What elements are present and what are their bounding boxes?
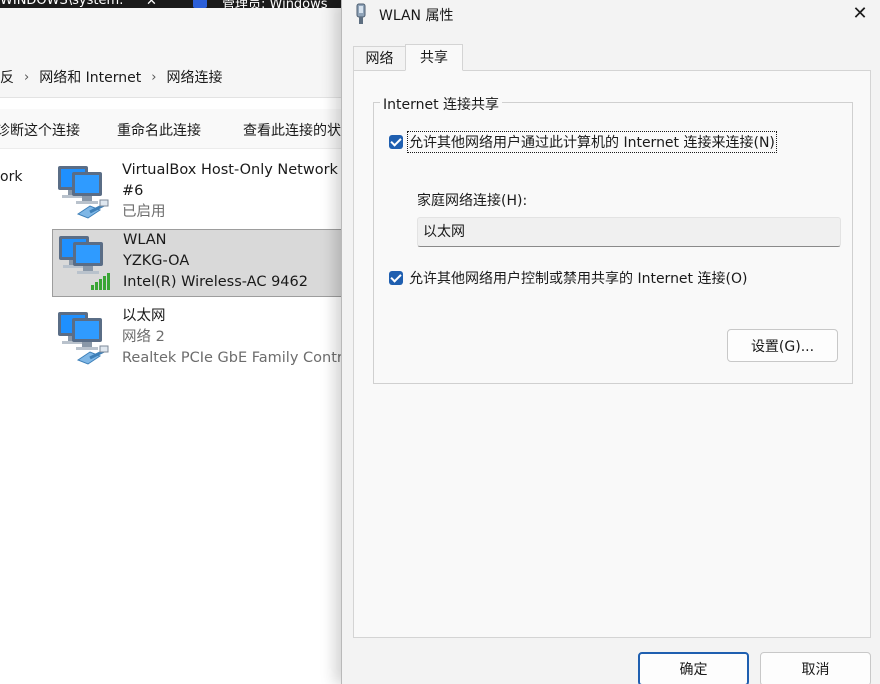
internet-connection-sharing-group: Internet 连接共享 允许其他网络用户通过此计算机的 Internet 连… (373, 94, 853, 384)
breadcrumb-partial[interactable]: 反 (0, 67, 18, 87)
taskbar-strip: WINDOWS\system: ✕ 管理员: Windows (0, 0, 345, 8)
diagnose-connection-button[interactable]: 诊断这个连接 (0, 120, 80, 140)
wlan-properties-dialog: WLAN 属性 ✕ 网络 共享 Internet 连接共享 允许其他网络用户通过… (341, 0, 880, 684)
close-icon[interactable]: ✕ (146, 0, 157, 8)
ok-button[interactable]: 确定 (638, 652, 749, 684)
connection-virtualbox[interactable]: VirtualBox Host-Only Network #6 已启用 (52, 160, 345, 228)
rename-connection-button[interactable]: 重命名此连接 (117, 120, 201, 140)
ethernet-adapter-icon (58, 312, 109, 365)
allow-control-checkbox[interactable]: 允许其他网络用户控制或禁用共享的 Internet 连接(O) (389, 267, 748, 289)
allow-sharing-label[interactable]: 允许其他网络用户通过此计算机的 Internet 连接来连接(N) (407, 131, 777, 153)
connection-status: 已启用 (122, 204, 166, 220)
powershell-icon (193, 0, 207, 8)
settings-button[interactable]: 设置(G)... (727, 329, 838, 362)
breadcrumb-network-internet[interactable]: 网络和 Internet (35, 67, 145, 87)
connection-wlan[interactable]: WLAN YZKG-OA Intel(R) Wireless-AC 9462 (52, 229, 345, 297)
network-connections-window: 反 › 网络和 Internet › 网络连接 诊断这个连接 重命名此连接 查看… (0, 8, 345, 684)
connection-adapter: Intel(R) Wireless-AC 9462 (123, 274, 308, 290)
connection-adapter: Realtek PCIe GbE Family Contr (122, 350, 343, 366)
terminal-tab-title[interactable]: WINDOWS\system: (0, 0, 124, 8)
sharing-tab-panel: Internet 连接共享 允许其他网络用户通过此计算机的 Internet 连… (353, 70, 871, 638)
checkbox-checked-icon[interactable] (389, 271, 403, 285)
allow-sharing-checkbox[interactable]: 允许其他网络用户通过此计算机的 Internet 连接来连接(N) (389, 131, 777, 153)
view-status-button[interactable]: 查看此连接的状 (243, 120, 341, 140)
home-network-field[interactable]: 以太网 (417, 217, 841, 247)
connection-details: WLAN YZKG-OA Intel(R) Wireless-AC 9462 (123, 230, 308, 293)
dialog-title: WLAN 属性 (379, 8, 454, 24)
address-area: 反 › 网络和 Internet › 网络连接 (0, 8, 345, 98)
home-network-label: 家庭网络连接(H): (417, 193, 528, 209)
connection-network: 网络 2 (122, 329, 165, 345)
cancel-button[interactable]: 取消 (760, 652, 871, 684)
dialog-titlebar[interactable]: WLAN 属性 ✕ (342, 0, 880, 30)
breadcrumb-network-connections[interactable]: 网络连接 (162, 67, 226, 87)
breadcrumb: 反 › 网络和 Internet › 网络连接 (0, 66, 226, 88)
connection-details: 以太网 网络 2 Realtek PCIe GbE Family Contr (122, 306, 343, 369)
wireless-adapter-icon (356, 3, 366, 24)
checkbox-checked-icon[interactable] (389, 135, 403, 149)
close-icon: ✕ (852, 3, 868, 24)
connection-details: VirtualBox Host-Only Network #6 已启用 (122, 160, 338, 223)
command-bar: 诊断这个连接 重命名此连接 查看此连接的状 (0, 109, 345, 149)
connection-name: 以太网 (122, 308, 166, 324)
connection-network: YZKG-OA (123, 253, 190, 269)
admin-tab-title[interactable]: 管理员: Windows (222, 0, 328, 8)
breadcrumb-chevron-icon: › (24, 69, 30, 85)
group-title: Internet 连接共享 (380, 94, 503, 114)
close-button[interactable]: ✕ (839, 0, 880, 30)
connection-name: WLAN (123, 232, 167, 248)
connection-ethernet[interactable]: 以太网 网络 2 Realtek PCIe GbE Family Contr (52, 306, 345, 374)
wireless-adapter-icon (59, 236, 110, 290)
allow-control-label[interactable]: 允许其他网络用户控制或禁用共享的 Internet 连接(O) (408, 268, 748, 288)
connection-name: VirtualBox Host-Only Network (122, 162, 338, 178)
header-divider (0, 97, 345, 98)
connection-name-continued: #6 (122, 183, 144, 199)
breadcrumb-chevron-icon: › (151, 69, 157, 85)
tab-network[interactable]: 网络 (353, 46, 406, 71)
ethernet-adapter-icon (58, 166, 109, 219)
nav-pane-item[interactable]: ork (0, 169, 22, 185)
tab-sharing[interactable]: 共享 (405, 44, 463, 71)
